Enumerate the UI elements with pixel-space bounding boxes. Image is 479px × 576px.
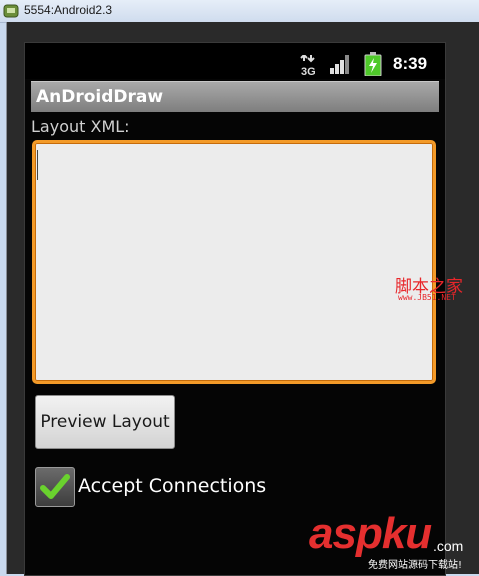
- watermark-aspku-domain: .com: [433, 538, 464, 554]
- network-3g-icon: 3G: [300, 55, 316, 77]
- svg-text:3G: 3G: [301, 66, 316, 77]
- clock: 8:39: [393, 54, 428, 73]
- watermark-aspku-logo: aspku: [309, 509, 432, 558]
- status-bar: 3G 8:39: [25, 43, 445, 79]
- accept-connections-label: Accept Connections: [78, 475, 267, 497]
- text-cursor: [37, 150, 38, 180]
- window-titlebar: 5554:Android2.3: [0, 0, 479, 23]
- app-title-bar: AnDroidDraw: [31, 81, 439, 112]
- battery-charging-icon: [364, 52, 382, 76]
- accept-connections-checkbox[interactable]: [35, 467, 75, 507]
- preview-layout-button[interactable]: Preview Layout: [35, 395, 175, 449]
- app-title: AnDroidDraw: [36, 87, 164, 107]
- watermark-aspku-subtitle: 免费网站源码下载站!: [368, 560, 463, 571]
- device-screen: 3G 8:39 AnDroidDraw Layout XML: Preview …: [24, 42, 446, 576]
- android-emulator-icon: [3, 4, 19, 18]
- window-title: 5554:Android2.3: [24, 3, 113, 17]
- layout-xml-input[interactable]: [32, 140, 436, 384]
- layout-xml-label: Layout XML:: [31, 117, 130, 136]
- checkmark-icon: [40, 474, 70, 499]
- watermark-jb51-url: www.JB51.NET: [398, 293, 456, 302]
- signal-strength-icon: [330, 55, 349, 74]
